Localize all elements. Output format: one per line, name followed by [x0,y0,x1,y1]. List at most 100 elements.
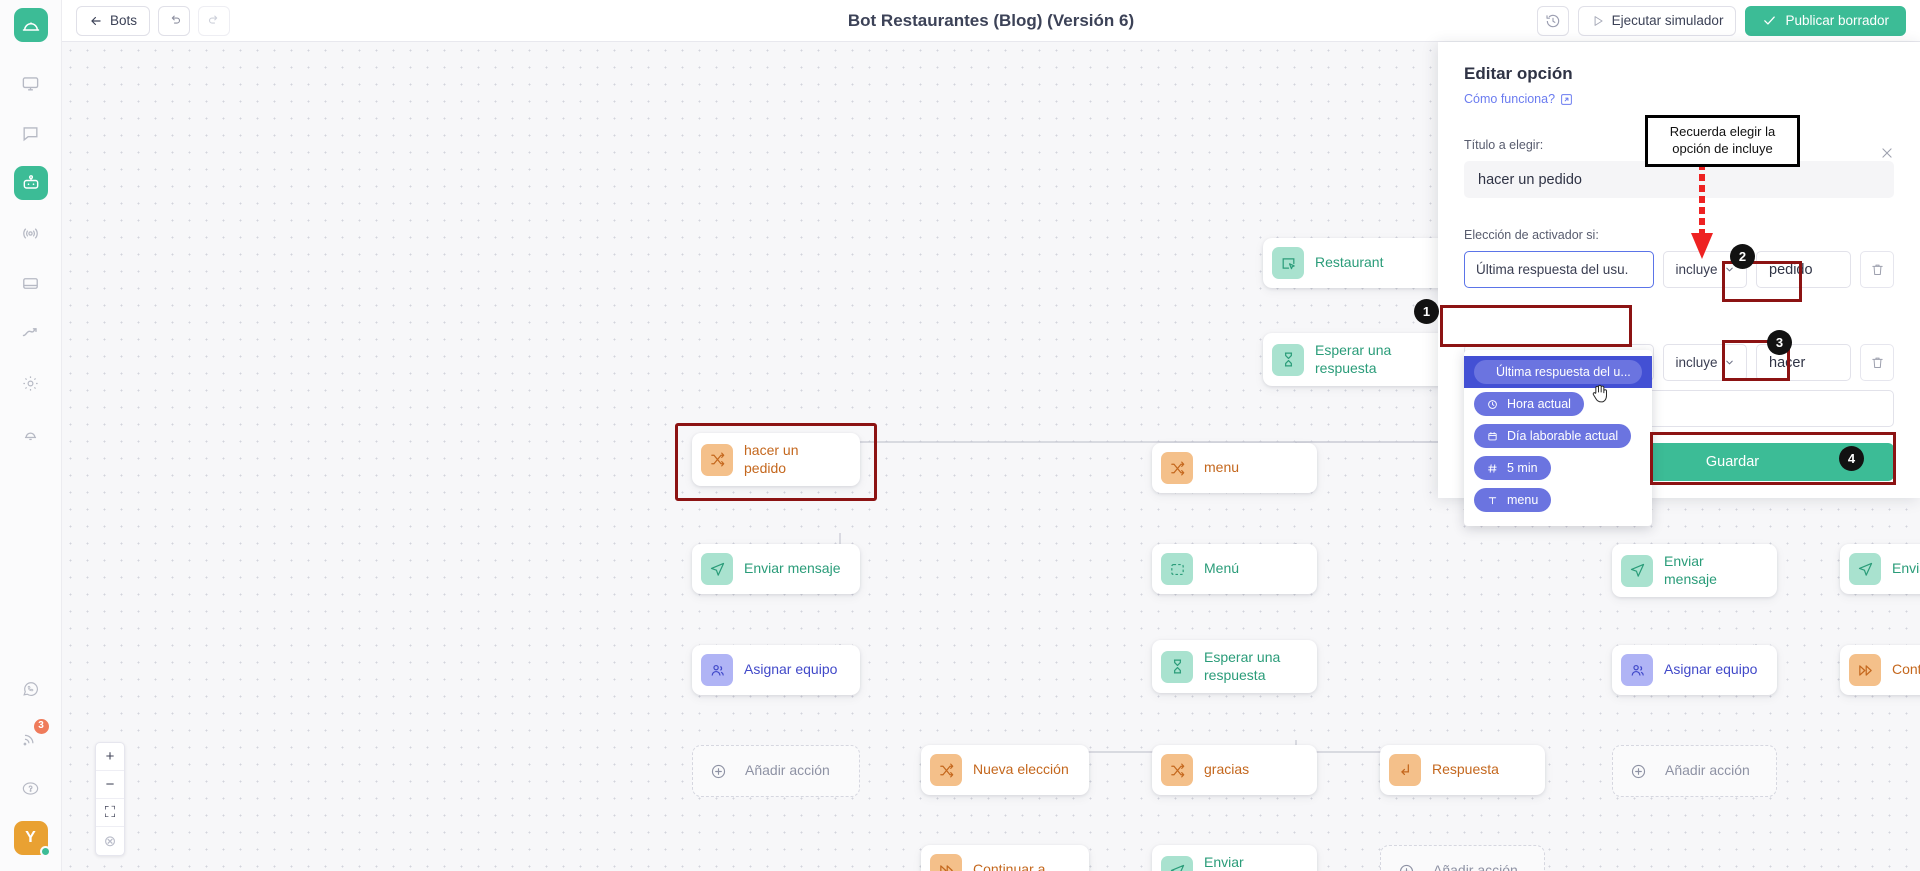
gear-icon [23,375,38,391]
hash-icon [1488,463,1497,473]
flow-node-label: Añadir acción [745,762,830,779]
flow-node-n-asignar-1[interactable]: Asignar equipo [692,645,860,695]
delete-condition-button-1[interactable] [1860,251,1894,288]
clock-icon [1488,399,1497,409]
hourglass-icon [1161,650,1193,683]
condition-operator-label-2: incluye [1675,355,1718,370]
sidebar-item-inbox[interactable] [14,266,48,300]
back-to-bots-label: Bots [110,13,138,28]
back-to-bots-button[interactable]: Bots [76,5,151,36]
flow-node-label: Contin [1892,661,1920,678]
flow-node-n-continuar-2[interactable]: Continuar a [921,845,1089,871]
users-icon [1621,654,1653,686]
condition-variable-select-1[interactable]: Última respuesta del usu. [1464,251,1654,288]
sidebar-item-help[interactable] [14,771,48,805]
trash-icon [1871,264,1883,275]
close-modal-button[interactable] [1876,142,1898,164]
flow-node-n-menu-opt[interactable]: menu [1152,443,1317,493]
flow-node-n-menu[interactable]: Menú [1152,544,1317,594]
flow-node-n-enviar-4[interactable]: Enviar [1840,544,1920,594]
step-marker-3: 3 [1767,330,1792,355]
sidebar-item-chat[interactable] [14,116,48,150]
condition-value-input-1[interactable] [1756,251,1851,288]
how-it-works-link[interactable]: Cómo funciona? [1464,92,1573,106]
check-icon [1764,16,1776,25]
condition-row-1: Última respuesta del usu. incluye [1464,251,1894,288]
monitor-icon [22,76,39,91]
sidebar-item-bots[interactable] [13,166,48,200]
sidebar-item-analytics[interactable] [14,316,48,350]
broadcast-icon [23,227,38,239]
play-icon [1594,15,1603,26]
delete-condition-button-2[interactable] [1860,344,1894,381]
plus-circle-icon [1390,855,1422,871]
publish-draft-button[interactable]: Publicar borrador [1745,5,1906,36]
flow-node-n-esperar-2[interactable]: Esperar una respuesta [1152,640,1317,693]
sidebar-item-feed[interactable]: 3 [14,719,49,755]
dropdown-pill-4: menu [1474,488,1552,512]
app-logo[interactable] [13,8,48,42]
shuffle-icon [701,443,733,476]
flow-node-label: Enviar [1892,560,1920,577]
flow-node-n-asignar-2[interactable]: Asignar equipo [1612,645,1777,695]
feed-badge: 3 [33,719,49,734]
flow-node-label: Enviar mensaje [1204,854,1244,870]
step-marker-2: 2 [1730,244,1755,269]
shuffle-icon [930,754,962,786]
sidebar-item-broadcast[interactable] [14,216,48,250]
arrow-left-icon [91,16,101,25]
online-status-dot [39,846,51,857]
lock-view-button[interactable]: ⊗ [96,827,124,855]
flow-node-n-nueva-eleccion[interactable]: Nueva elección [921,745,1089,795]
undo-button[interactable] [158,5,191,36]
flow-node-label: Asignar equipo [1664,661,1758,678]
flow-node-n-esperar-1[interactable]: Esperar una respuesta [1263,333,1463,386]
version-history-button[interactable] [1536,5,1569,36]
zoom-in-button[interactable]: + [96,743,124,771]
dropdown-option-2[interactable]: Día laborable actual [1464,420,1652,452]
question-circle-icon [22,781,39,795]
flow-node-n-restaurant[interactable]: Restaurant [1263,238,1463,288]
flow-node-n-enviar-5[interactable]: Enviar mensaje [1152,845,1317,871]
flow-node-n-enviar-2[interactable]: Enviar mensaje [692,544,860,594]
flow-node-label: Continuar a [973,861,1046,871]
flow-node-n-respuesta[interactable]: Respuesta [1380,745,1545,795]
sidebar-item-whatsapp[interactable] [14,671,48,705]
robot-icon [23,175,38,189]
flow-node-n-anadir-2[interactable]: Añadir acción [1612,745,1777,797]
flow-node-label: gracias [1204,761,1250,778]
condition-operator-select-2[interactable]: incluye [1663,344,1747,381]
whatsapp-icon [23,681,38,696]
flow-node-label: Esperar una respuesta [1315,342,1392,376]
flow-node-n-gracias[interactable]: gracias [1152,745,1317,795]
sidebar-item-notifications[interactable] [14,416,48,450]
flow-node-n-enviar-3[interactable]: Enviar mensaje [1612,544,1777,597]
zoom-out-button[interactable]: − [96,771,124,799]
fastforward-icon [930,854,962,871]
publish-draft-label: Publicar borrador [1785,13,1889,28]
flow-node-n-continuar-1[interactable]: Contin [1840,645,1920,695]
run-simulator-button[interactable]: Ejecutar simulador [1577,5,1737,36]
sidebar-item-settings[interactable] [14,366,48,400]
modal-heading: Editar opción [1464,64,1573,83]
flow-node-n-anadir-3[interactable]: Añadir acción [1380,845,1545,871]
fit-view-button[interactable]: ⛶ [96,799,124,827]
history-clock-icon [1546,14,1559,27]
avatar[interactable]: Y [13,821,51,857]
flow-node-label: Nueva elección [973,761,1069,778]
sidebar-item-monitor[interactable] [14,66,48,100]
condition-variable-label-1: Última respuesta del usu. [1476,262,1629,277]
chevron-down-icon [1725,360,1733,365]
dropdown-option-4[interactable]: menu [1464,484,1652,516]
plus-circle-icon [702,755,734,787]
redo-button[interactable] [198,5,231,36]
chat-bubble-icon [23,126,38,141]
folder-icon [23,277,38,289]
dropdown-option-0[interactable]: Última respuesta del u... [1464,356,1652,388]
bell-icon [24,431,37,440]
callout-note: Recuerda elegir la opción de incluye [1645,115,1800,167]
flow-node-n-anadir-1[interactable]: Añadir acción [692,745,860,797]
flow-node-n-hacer-pedido[interactable]: hacer un pedido [692,433,860,486]
dropdown-option-1[interactable]: Hora actual [1464,388,1652,420]
dropdown-option-3[interactable]: 5 min [1464,452,1652,484]
